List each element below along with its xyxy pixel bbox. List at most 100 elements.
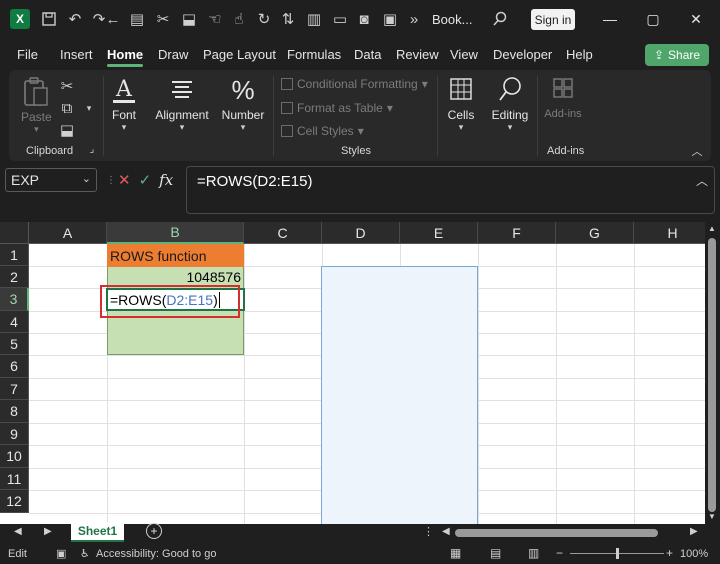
document-title[interactable]: Book... [432,12,472,27]
column-header-e[interactable]: E [400,222,478,244]
share-button[interactable]: ⇪ Share [645,44,709,66]
enter-icon[interactable]: ✓ [139,171,152,189]
row-header-1[interactable]: 1 [0,244,29,266]
touch-mode-icon[interactable]: ☝ [229,9,249,29]
zoom-level[interactable]: 100% [680,548,708,560]
row-header-5[interactable]: 5 [0,333,29,355]
tab-page-layout[interactable]: Page Layout [203,47,276,62]
add-ins-button[interactable]: Add-ins [542,74,584,120]
tab-help[interactable]: Help [566,47,593,62]
clipboard-icon[interactable]: ▤ [127,9,147,29]
row-header-6[interactable]: 6 [0,355,29,378]
referenced-range-d2-e15[interactable] [321,266,478,524]
horizontal-scroll-thumb[interactable] [455,529,658,537]
editing-button[interactable]: Editing ▾ [489,74,531,133]
zoom-slider-thumb[interactable] [616,548,619,559]
save-icon[interactable] [39,9,59,29]
row-header-3[interactable]: 3 [0,288,29,311]
cell-styles-button[interactable]: Cell Styles ▾ [281,124,364,138]
page-break-view-icon[interactable]: ▥ [528,546,539,560]
column-header-g[interactable]: G [556,222,634,244]
shape-icon[interactable]: ▭ [330,9,350,29]
row-header-9[interactable]: 9 [0,423,29,445]
history-icon[interactable]: ↻ [254,9,274,29]
more-icon[interactable]: » [404,9,424,29]
row-header-12[interactable]: 12 [0,490,29,513]
sort-icon[interactable]: ⇅ [278,9,298,29]
formula-input[interactable]: =ROWS(D2:E15) ︿ [186,166,715,214]
accessibility-icon[interactable]: ♿ [80,547,90,560]
tab-data[interactable]: Data [354,47,381,62]
accessibility-status[interactable]: Accessibility: Good to go [96,548,216,560]
conditional-formatting-button[interactable]: Conditional Formatting ▾ [281,77,428,91]
dialog-launcher-icon[interactable]: ⌟ [85,142,99,156]
chevron-down-icon[interactable]: ⌄ [82,172,91,185]
page-layout-view-icon[interactable]: ▤ [490,546,501,560]
tab-view[interactable]: View [450,47,478,62]
drag-handle-icon[interactable]: ⋮ [423,525,434,538]
cancel-icon[interactable]: ✕ [118,171,131,189]
back-icon[interactable]: ← [103,9,123,29]
row-header-2[interactable]: 2 [0,266,29,288]
normal-view-icon[interactable]: ▦ [450,546,461,560]
row-header-10[interactable]: 10 [0,445,29,468]
cut-icon[interactable]: ✂ [57,76,77,96]
touch-icon[interactable]: ☜ [205,9,225,29]
tab-formulas[interactable]: Formulas [287,47,341,62]
scroll-up-icon[interactable]: ▲ [708,224,716,233]
scroll-right-icon[interactable]: ▶ [690,526,698,537]
picture-icon[interactable]: ▣ [380,9,400,29]
column-header-a[interactable]: A [29,222,107,244]
tab-insert[interactable]: Insert [60,47,93,62]
tab-review[interactable]: Review [396,47,439,62]
row-header-8[interactable]: 8 [0,400,29,423]
row-header-7[interactable]: 7 [0,378,29,400]
insert-function-icon[interactable]: fx [159,171,173,189]
copy-icon[interactable]: ⧉ [57,98,77,118]
maximize-icon[interactable]: ▢ [643,9,663,29]
zoom-out-icon[interactable]: − [556,546,563,560]
column-header-b[interactable]: B [107,222,244,244]
chevron-down-icon[interactable]: ▾ [79,98,99,118]
undo-icon[interactable]: ↶ [65,9,85,29]
cut-icon[interactable]: ✂ [153,9,173,29]
alignment-button[interactable]: Alignment ▾ [154,74,210,133]
column-header-c[interactable]: C [244,222,322,244]
select-all-corner[interactable] [0,222,29,244]
chevron-up-icon[interactable]: ︿ [696,172,708,189]
tab-home[interactable]: Home [107,47,144,67]
format-painter-icon[interactable]: ⬓ [179,9,199,29]
column-header-h[interactable]: H [634,222,705,244]
sign-in-button[interactable]: Sign in [531,9,575,30]
cells-button[interactable]: Cells ▾ [445,74,477,133]
column-header-f[interactable]: F [478,222,556,244]
column-header-d[interactable]: D [322,222,400,244]
macro-record-icon[interactable]: ▣ [56,547,66,560]
tab-developer[interactable]: Developer [493,47,552,62]
minimize-icon[interactable]: — [600,9,620,29]
format-as-table-button[interactable]: Format as Table ▾ [281,101,393,115]
scroll-left-icon[interactable]: ◀ [442,526,450,537]
next-sheet-icon[interactable]: ▶ [44,526,52,537]
spreadsheet-grid[interactable]: A B C D E F G H 1 2 3 4 5 6 7 8 9 10 11 … [0,222,705,524]
scroll-down-icon[interactable]: ▼ [708,512,716,521]
row-header-11[interactable]: 11 [0,468,29,490]
tab-draw[interactable]: Draw [158,47,188,62]
format-painter-icon[interactable]: ⬓ [57,120,77,140]
zoom-in-icon[interactable]: + [666,546,673,560]
font-button[interactable]: A Font ▾ [109,74,139,133]
search-icon[interactable] [490,9,510,29]
tab-file[interactable]: File [17,47,38,62]
number-button[interactable]: % Number ▾ [220,74,266,133]
vertical-scroll-thumb[interactable] [708,238,716,512]
collapse-ribbon-icon[interactable]: ︿ [687,141,707,161]
paste-button[interactable]: Paste ▾ [21,76,52,135]
sheet-tab-sheet1[interactable]: Sheet1 [71,522,124,542]
row-header-4[interactable]: 4 [0,311,29,333]
camera-icon[interactable]: ◙ [354,9,374,29]
close-icon[interactable]: ✕ [686,9,706,29]
chart-icon[interactable]: ▥ [304,9,324,29]
prev-sheet-icon[interactable]: ◀ [14,526,22,537]
add-sheet-icon[interactable]: + [146,523,162,539]
name-box[interactable]: EXP ⌄ [5,168,97,192]
